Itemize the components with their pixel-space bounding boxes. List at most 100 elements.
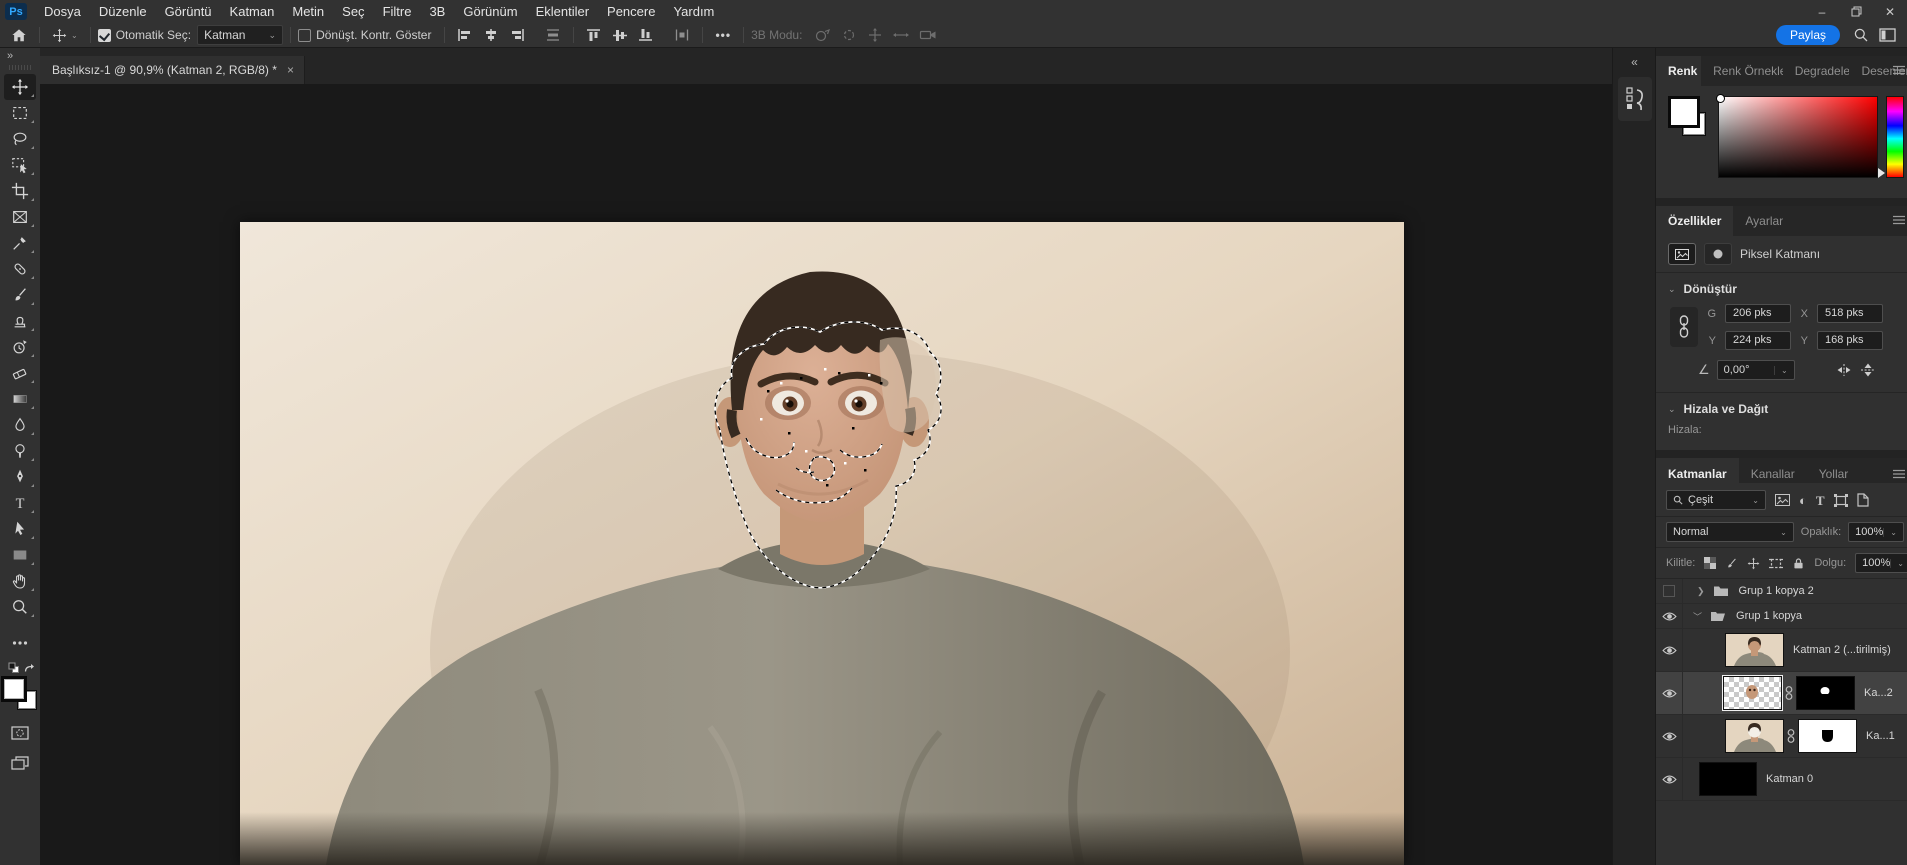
more-options-icon[interactable]: ••• — [710, 24, 736, 46]
visibility-toggle-eye-icon[interactable] — [1656, 758, 1683, 800]
filter-adjustment-layers-icon[interactable]: ◐ — [1799, 494, 1807, 507]
path-selection-tool[interactable] — [4, 516, 36, 542]
menu-gorunum[interactable]: Görünüm — [454, 0, 526, 23]
group-expanded-chevron-icon[interactable]: ﹀ — [1693, 610, 1702, 623]
menu-goruntu[interactable]: Görüntü — [156, 0, 221, 23]
photoshop-logo[interactable]: Ps — [5, 3, 27, 20]
document-tab[interactable]: Başlıksız-1 @ 90,9% (Katman 2, RGB/8) * … — [40, 56, 305, 84]
opacity-dropdown[interactable]: 100% ⌄ — [1848, 522, 1904, 542]
layer-row-group-1-kopya[interactable]: ﹀ Grup 1 kopya — [1656, 604, 1907, 629]
layer-row-katman-1[interactable]: Ka...1 — [1656, 715, 1907, 758]
close-tab-icon[interactable]: × — [287, 63, 294, 77]
history-brush-tool[interactable] — [4, 334, 36, 360]
angle-field[interactable]: 0,00° ⌄ — [1716, 360, 1795, 380]
edit-toolbar-icon[interactable] — [4, 630, 36, 656]
lasso-tool[interactable] — [4, 126, 36, 152]
move-tool-preset-icon[interactable]: ⌄ — [47, 24, 83, 46]
crop-tool[interactable] — [4, 178, 36, 204]
layer-mask-thumbnail[interactable] — [1798, 719, 1857, 753]
lock-all-icon[interactable] — [1792, 557, 1805, 570]
layer-row-group-1-kopya-2[interactable]: ❯ Grup 1 kopya 2 — [1656, 579, 1907, 604]
3d-slide-icon[interactable] — [888, 24, 914, 46]
fill-dropdown[interactable]: 100% ⌄ — [1855, 553, 1907, 573]
close-window-icon[interactable]: ✕ — [1873, 0, 1907, 23]
type-tool[interactable]: T — [4, 490, 36, 516]
mask-properties-icon[interactable] — [1704, 243, 1732, 265]
zoom-tool[interactable] — [4, 594, 36, 620]
toolbar-expand-icon[interactable]: » — [0, 47, 40, 63]
menu-pencere[interactable]: Pencere — [598, 0, 664, 23]
panel-foreground-swatch[interactable] — [1670, 98, 1698, 126]
visibility-toggle-eye-icon[interactable] — [1656, 715, 1683, 757]
color-field[interactable] — [1716, 94, 1878, 178]
width-field[interactable]: 206 pks — [1725, 304, 1791, 323]
layer-mask-thumbnail[interactable] — [1796, 676, 1855, 710]
quick-mask-mode-icon[interactable] — [4, 720, 36, 746]
search-icon[interactable] — [1848, 24, 1874, 46]
flip-vertical-icon[interactable] — [1860, 362, 1876, 378]
eyedropper-tool[interactable] — [4, 230, 36, 256]
3d-pan-icon[interactable] — [862, 24, 888, 46]
object-selection-tool[interactable] — [4, 152, 36, 178]
align-bottom-edges-icon[interactable] — [633, 24, 659, 46]
properties-panel-menu-icon[interactable] — [1893, 215, 1906, 225]
pixel-layer-properties-icon[interactable] — [1668, 243, 1696, 265]
layer-mask-link-icon[interactable] — [1785, 685, 1793, 701]
align-top-edges-icon[interactable] — [581, 24, 607, 46]
menu-duzenle[interactable]: Düzenle — [90, 0, 156, 23]
screen-mode-icon[interactable] — [4, 750, 36, 776]
home-icon[interactable] — [6, 24, 32, 46]
menu-metin[interactable]: Metin — [283, 0, 333, 23]
document-canvas[interactable] — [240, 222, 1404, 865]
blur-tool[interactable] — [4, 412, 36, 438]
y-field[interactable]: 168 pks — [1817, 331, 1883, 350]
canvas-pasteboard[interactable] — [40, 84, 1612, 865]
layer-row-katman-0[interactable]: Katman 0 — [1656, 758, 1907, 801]
filter-type-layers-icon[interactable]: T — [1816, 494, 1825, 507]
auto-select-checkbox[interactable] — [97, 28, 111, 42]
layer-mask-link-icon[interactable] — [1787, 728, 1795, 744]
healing-brush-tool[interactable] — [4, 256, 36, 282]
layer-thumbnail[interactable] — [1699, 762, 1757, 796]
menu-dosya[interactable]: Dosya — [35, 0, 90, 23]
menu-filtre[interactable]: Filtre — [374, 0, 421, 23]
distribute-horizontal-centers-icon[interactable] — [540, 24, 566, 46]
tab-degradeler[interactable]: Degradeler — [1783, 56, 1850, 86]
color-field-slider[interactable] — [1878, 168, 1885, 178]
lock-pixels-icon[interactable] — [1725, 557, 1738, 570]
share-button[interactable]: Paylaş — [1775, 25, 1840, 45]
toolbar-grip[interactable] — [9, 65, 31, 70]
filter-smart-objects-icon[interactable] — [1856, 493, 1869, 507]
filter-shape-layers-icon[interactable] — [1833, 493, 1848, 507]
lock-position-icon[interactable] — [1747, 557, 1760, 570]
collapsed-history-panel-icon[interactable] — [1617, 77, 1652, 121]
minimize-window-icon[interactable]: – — [1805, 0, 1839, 23]
tab-ayarlar[interactable]: Ayarlar — [1733, 206, 1795, 236]
color-field-cursor[interactable] — [1716, 94, 1725, 103]
distribute-vertical-centers-icon[interactable] — [669, 24, 695, 46]
tab-renk[interactable]: Renk — [1656, 56, 1702, 86]
group-collapsed-chevron-icon[interactable]: ❯ — [1697, 586, 1705, 597]
visibility-toggle-empty[interactable] — [1656, 579, 1683, 603]
menu-yardim[interactable]: Yardım — [664, 0, 723, 23]
align-vertical-centers-icon[interactable] — [607, 24, 633, 46]
menu-eklentiler[interactable]: Eklentiler — [527, 0, 598, 23]
pen-tool[interactable] — [4, 464, 36, 490]
dodge-tool[interactable] — [4, 438, 36, 464]
show-transform-controls-checkbox[interactable] — [298, 28, 312, 42]
auto-select-target-dropdown[interactable]: Katman ⌄ — [197, 25, 284, 45]
swap-colors-icon[interactable] — [23, 662, 35, 674]
align-left-edges-icon[interactable] — [452, 24, 478, 46]
gradient-tool[interactable] — [4, 386, 36, 412]
move-tool[interactable] — [4, 74, 36, 100]
3d-camera-icon[interactable] — [914, 24, 942, 46]
frame-tool[interactable] — [4, 204, 36, 230]
rectangle-tool[interactable] — [4, 542, 36, 568]
hand-tool[interactable] — [4, 568, 36, 594]
menu-sec[interactable]: Seç — [333, 0, 373, 23]
restore-window-icon[interactable] — [1839, 0, 1873, 23]
transform-section-chevron-icon[interactable]: ⌄ — [1668, 284, 1676, 295]
eraser-tool[interactable] — [4, 360, 36, 386]
layers-panel-menu-icon[interactable] — [1893, 469, 1906, 479]
clone-stamp-tool[interactable] — [4, 308, 36, 334]
